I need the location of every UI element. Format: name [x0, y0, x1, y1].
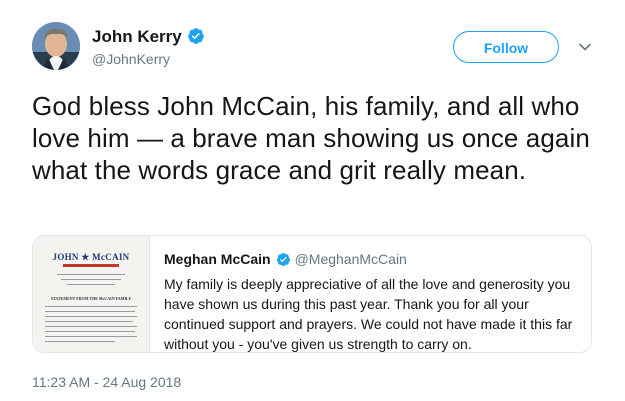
tweet-card: John Kerry @JohnKerry Follow God bless J…: [0, 0, 625, 401]
thumbnail-text-line: [45, 326, 137, 327]
thumbnail-text-line: [67, 284, 115, 285]
thumbnail-text-line: [45, 341, 115, 342]
thumbnail-logo-stripe: [63, 264, 119, 267]
quoted-author: Meghan McCain @MeghanMcCain: [164, 251, 407, 270]
verified-badge-icon: [187, 27, 205, 50]
author-name[interactable]: John Kerry: [92, 27, 205, 50]
timestamp-link[interactable]: 11:23 AM - 24 Aug 2018: [32, 374, 181, 390]
chevron-down-icon[interactable]: [578, 40, 592, 54]
quoted-tweet-text: My family is deeply appreciative of all …: [164, 276, 573, 352]
thumbnail-text-line: [45, 321, 133, 322]
quoted-author-name: Meghan McCain: [164, 251, 271, 267]
quoted-tweet[interactable]: JOHN ★ McCAIN STATEMENT FROM THE McCAIN …: [32, 235, 592, 353]
thumbnail-text-line: [45, 311, 135, 312]
tweet-text: God bless John McCain, his family, and a…: [32, 91, 590, 185]
thumbnail-text-line: [45, 331, 135, 332]
author-name-label: John Kerry: [92, 27, 182, 46]
follow-button[interactable]: Follow: [453, 31, 559, 63]
thumbnail-text-line: [57, 274, 125, 275]
author-handle[interactable]: @JohnKerry: [92, 51, 170, 67]
avatar[interactable]: [32, 22, 80, 70]
thumbnail-text-line: [45, 306, 137, 307]
thumbnail-text-line: [45, 316, 137, 317]
thumbnail-heading: STATEMENT FROM THE McCAIN FAMILY: [50, 296, 132, 301]
quoted-tweet-thumbnail[interactable]: JOHN ★ McCAIN STATEMENT FROM THE McCAIN …: [33, 236, 150, 352]
thumbnail-logo-text: JOHN ★ McCAIN: [52, 252, 130, 262]
thumbnail-text-line: [61, 279, 121, 280]
verified-badge-icon: [276, 252, 291, 270]
thumbnail-text-line: [45, 336, 137, 337]
quoted-author-handle: @MeghanMcCain: [294, 251, 407, 267]
